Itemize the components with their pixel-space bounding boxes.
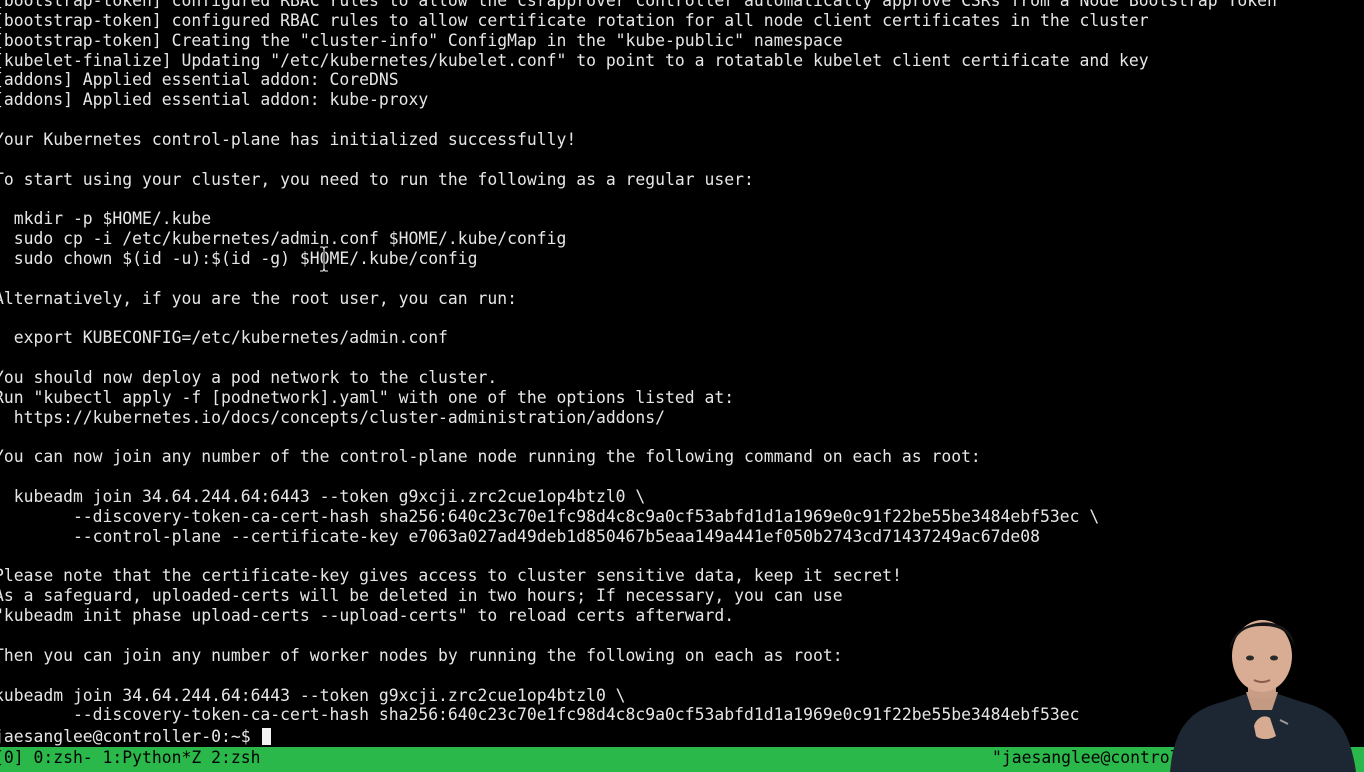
i-beam-cursor-icon bbox=[320, 246, 328, 272]
terminal-line: sudo chown $(id -u):$(id -g) $HOME/.kube… bbox=[0, 248, 478, 268]
terminal-line: kubeadm join 34.64.244.64:6443 --token g… bbox=[0, 487, 646, 507]
terminal-line: sudo cp -i /etc/kubernetes/admin.conf $H… bbox=[0, 229, 567, 249]
terminal-line: Run "kubectl apply -f [podnetwork].yaml"… bbox=[0, 387, 735, 407]
presenter-video-overlay bbox=[1170, 620, 1356, 772]
terminal-line: Please note that the certificate-key giv… bbox=[0, 566, 902, 586]
tmux-window-list[interactable]: [0] 0:zsh- 1:Python*Z 2:zsh bbox=[0, 747, 260, 769]
terminal-line: Alternatively, if you are the root user,… bbox=[0, 288, 518, 308]
prompt-text: jaesanglee@controller-0:~$ bbox=[0, 727, 251, 746]
terminal-line: https://kubernetes.io/docs/concepts/clus… bbox=[0, 407, 666, 427]
terminal-line: [bootstrap-token] configured RBAC rules … bbox=[0, 0, 1277, 10]
terminal-line: Your Kubernetes control-plane has initia… bbox=[0, 129, 577, 149]
terminal-line: --control-plane --certificate-key e7063a… bbox=[0, 526, 1041, 546]
terminal-line: [bootstrap-token] configured RBAC rules … bbox=[0, 10, 1149, 30]
terminal-line: [bootstrap-token] Creating the "cluster-… bbox=[0, 30, 843, 50]
command-prompt[interactable]: jaesanglee@controller-0:~$ bbox=[0, 726, 272, 747]
terminal-line: --discovery-token-ca-cert-hash sha256:64… bbox=[0, 506, 1100, 526]
terminal-cursor bbox=[262, 728, 272, 745]
terminal-line: You can now join any number of the contr… bbox=[0, 447, 981, 467]
terminal-line: [kubelet-finalize] Updating "/etc/kubern… bbox=[0, 50, 1149, 70]
terminal-line: [addons] Applied essential addon: kube-p… bbox=[0, 90, 429, 110]
terminal-line: [addons] Applied essential addon: CoreDN… bbox=[0, 70, 399, 90]
terminal-line: To start using your cluster, you need to… bbox=[0, 169, 754, 189]
terminal-line: You should now deploy a pod network to t… bbox=[0, 368, 498, 388]
terminal-line: export KUBECONFIG=/etc/kubernetes/admin.… bbox=[0, 328, 448, 348]
terminal-window[interactable]: [bootstrap-token] configured RBAC rules … bbox=[0, 0, 1364, 772]
terminal-line: mkdir -p $HOME/.kube bbox=[0, 209, 212, 229]
